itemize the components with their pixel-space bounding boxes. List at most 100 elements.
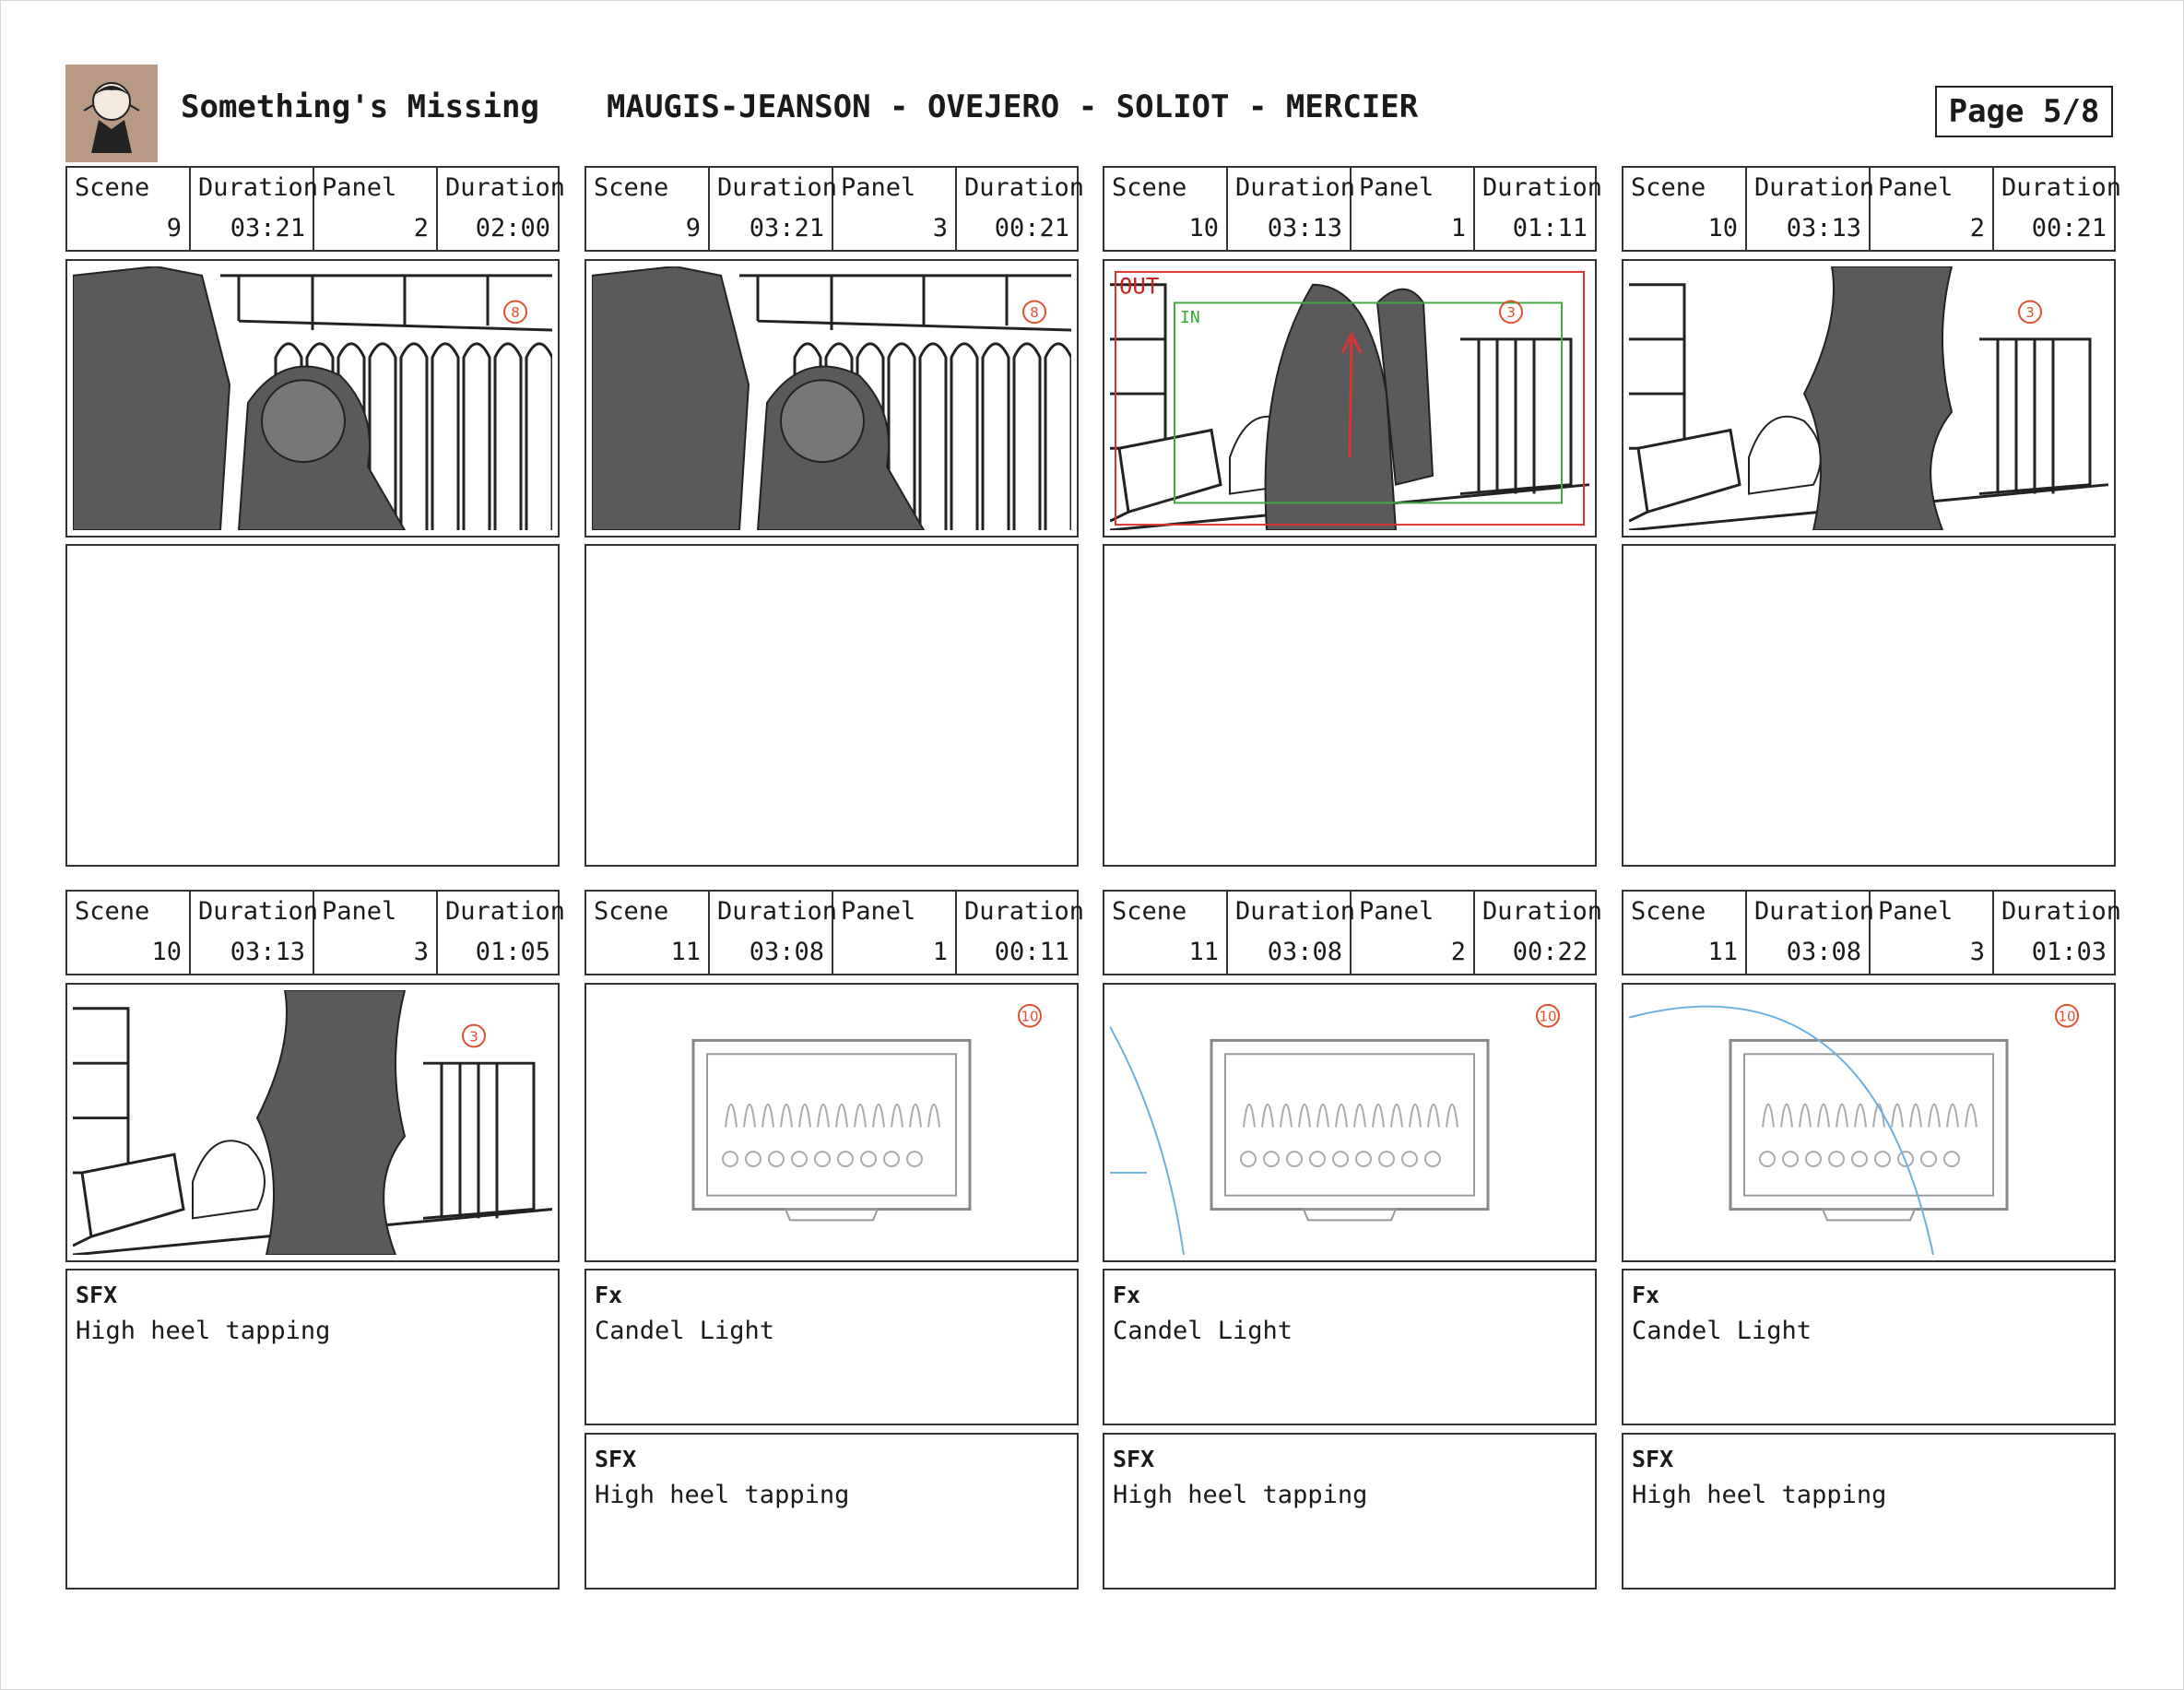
radiator-fin [1012, 342, 1042, 530]
note-body: High heel tapping [76, 1317, 331, 1345]
scene-cell: Scene 9 [67, 168, 191, 250]
picture-plaque [784, 1208, 880, 1222]
sfx-notes: SFX High heel tapping [1622, 1433, 2116, 1590]
duration-label: Duration [964, 897, 1085, 926]
scene-duration-cell: Duration 03:13 [1747, 168, 1874, 250]
sfx-notes: SFX High heel tapping [1103, 1433, 1597, 1590]
panel-number: 1 [932, 938, 948, 966]
note-body: High heel tapping [595, 1481, 850, 1509]
panel-label: Panel [841, 897, 916, 926]
panel-notes-empty [1622, 544, 2116, 867]
panel-sketch: 10 [1629, 1003, 2079, 1255]
panel-number: 2 [413, 214, 429, 242]
scene-cell: Scene 11 [1623, 892, 1747, 974]
cloaked-figure [255, 990, 407, 1255]
cloaked-figure [1264, 283, 1398, 530]
duration-label: Duration [1235, 897, 1356, 926]
radiator-fin [918, 342, 948, 530]
panel-cell: Panel 2 [1871, 168, 1994, 250]
scene-label: Scene [75, 897, 150, 926]
radiator-fin [981, 342, 1010, 530]
panel-duration-cell: Duration 02:00 [438, 168, 565, 250]
panel-duration-cell: Duration 01:05 [438, 892, 565, 974]
scene-marker-number: 3 [469, 1028, 478, 1045]
panel-duration-cell: Duration 00:11 [957, 892, 1084, 974]
scene-cell: Scene 10 [1104, 168, 1228, 250]
note-title: SFX [595, 1446, 637, 1472]
child-head [780, 379, 865, 464]
radiator-fin [950, 342, 979, 530]
cloaked-figure [1802, 266, 1954, 530]
scene-label: Scene [1112, 173, 1187, 202]
panel-duration: 00:11 [994, 938, 1069, 966]
panel-drawing: 3 [65, 983, 560, 1262]
radiator [422, 1061, 536, 1220]
radiator-fin [462, 342, 491, 530]
panel-sketch: 8 [73, 266, 552, 530]
scene-duration-cell: Duration 03:08 [710, 892, 837, 974]
duration-label: Duration [964, 173, 1085, 202]
fx-notes: Fx Candel Light [584, 1269, 1079, 1425]
panel-header: Scene 9 Duration 03:21 Panel 3 Duration … [584, 166, 1084, 252]
scene-marker-number: 10 [2058, 1009, 2075, 1025]
duration-label: Duration [445, 173, 566, 202]
scene-number: 10 [151, 938, 182, 966]
panel-header: Scene 11 Duration 03:08 Panel 3 Duration… [1622, 890, 2121, 975]
panel-sketch: 3 [73, 990, 552, 1255]
panel-number: 3 [1969, 938, 1985, 966]
radiator-fin [493, 342, 523, 530]
panel-duration: 01:11 [1512, 214, 1588, 242]
note-body: Candel Light [1632, 1317, 1812, 1345]
panel-drawing: 10 [1622, 983, 2116, 1262]
scene-duration: 03:13 [1786, 214, 1861, 242]
panel-cell: Panel 1 [1352, 168, 1475, 250]
panel-cell: Panel 3 [1871, 892, 1994, 974]
radiator [1459, 337, 1573, 496]
window-lines [739, 274, 1071, 332]
panel-label: Panel [1878, 173, 1954, 202]
scene-number: 10 [1188, 214, 1219, 242]
panel-sketch: 8 [592, 266, 1071, 530]
scene-duration-cell: Duration 03:21 [710, 168, 837, 250]
note-title: Fx [1113, 1282, 1141, 1308]
duration-label: Duration [717, 173, 838, 202]
panel-label: Panel [1878, 897, 1954, 926]
panel-sketch: 3 [1629, 266, 2108, 530]
panel-cell: Panel 2 [1352, 892, 1475, 974]
scene-number: 9 [685, 214, 701, 242]
scene-marker-number: 8 [1030, 304, 1039, 321]
panel-duration-cell: Duration 00:22 [1475, 892, 1602, 974]
child-head [261, 379, 346, 464]
duration-label: Duration [1235, 173, 1356, 202]
scene-duration: 03:08 [1786, 938, 1861, 966]
picture-plaque [1821, 1208, 1917, 1222]
light-arc [1110, 1026, 1185, 1255]
scene-marker-number: 8 [511, 304, 520, 321]
panel-header: Scene 10 Duration 03:13 Panel 1 Duration… [1103, 166, 1602, 252]
page-indicator: Page 5/8 [1935, 86, 2113, 137]
scene-duration: 03:08 [749, 938, 824, 966]
scene-duration: 03:13 [230, 938, 305, 966]
scene-duration: 03:21 [749, 214, 824, 242]
scene-cell: Scene 11 [1104, 892, 1228, 974]
scene-marker-number: 10 [1021, 1009, 1038, 1025]
panel-duration: 01:05 [475, 938, 550, 966]
scene-number: 11 [670, 938, 701, 966]
out-label: OUT [1119, 274, 1159, 300]
note-title: Fx [1632, 1282, 1660, 1308]
panel-label: Panel [1359, 173, 1434, 202]
note-title: SFX [1632, 1446, 1674, 1472]
fx-notes: Fx Candel Light [1622, 1269, 2116, 1425]
panel-header: Scene 10 Duration 03:13 Panel 2 Duration… [1622, 166, 2121, 252]
radiator-fin [525, 342, 552, 530]
fx-notes: Fx Candel Light [1103, 1269, 1597, 1425]
panel-number: 1 [1450, 214, 1466, 242]
panel-drawing: 10 [584, 983, 1079, 1262]
scene-cell: Scene 11 [586, 892, 710, 974]
panel-sketch: 10 [1110, 1003, 1560, 1255]
bed-box [1636, 428, 1741, 514]
duration-label: Duration [2001, 897, 2122, 926]
panel-drawing: OUT IN 3 [1103, 259, 1597, 538]
scene-duration-cell: Duration 03:21 [191, 168, 318, 250]
window-lines [220, 274, 552, 332]
